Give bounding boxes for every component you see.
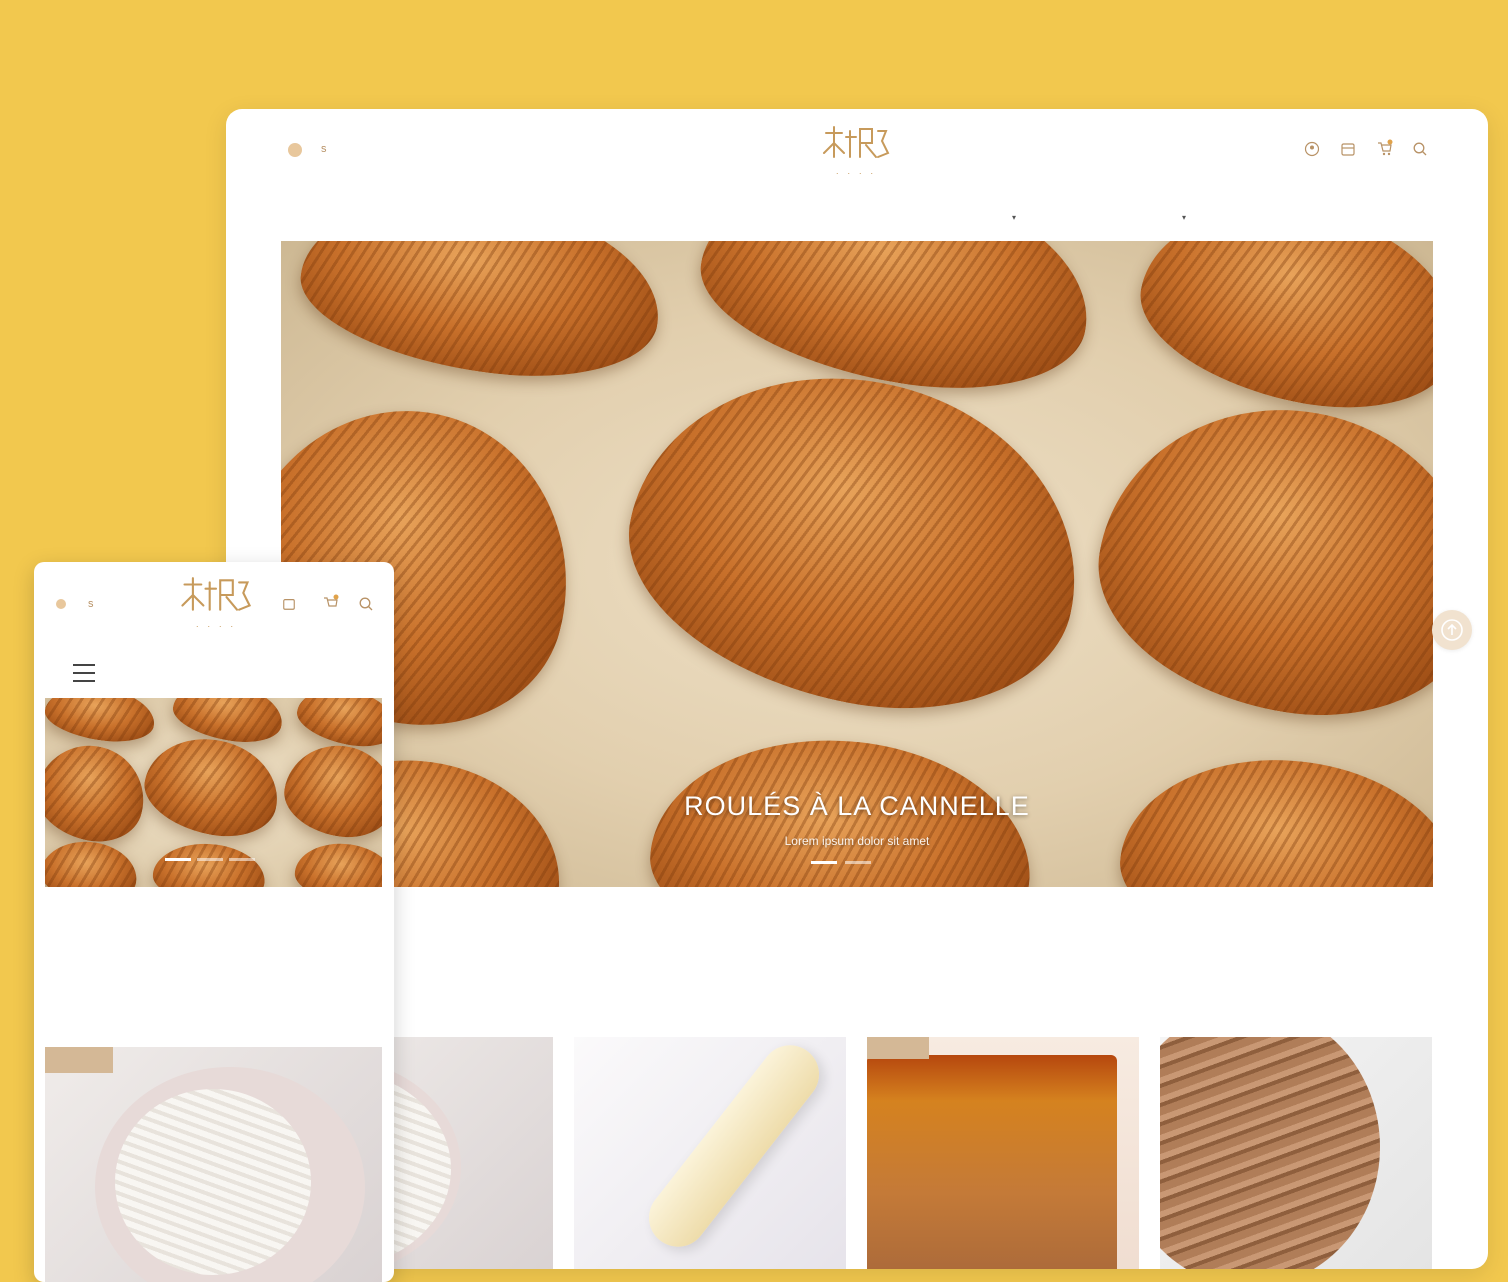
account-dot-icon[interactable] (56, 599, 66, 609)
main-navigation: ▾ ▾ (281, 205, 1431, 225)
croissant-image (136, 727, 288, 847)
croissant-image (151, 840, 267, 887)
search-icon[interactable] (1412, 141, 1428, 157)
menu-button[interactable] (58, 654, 110, 692)
carousel-dot[interactable] (811, 861, 837, 864)
creme-brulee-bar-image (867, 1055, 1117, 1269)
logo-mark-icon (181, 577, 252, 611)
language-selector[interactable]: s (321, 143, 327, 155)
croissant-image (45, 837, 140, 887)
product-card[interactable] (45, 1047, 382, 1282)
menu-line (73, 672, 95, 674)
carousel-dot[interactable] (165, 858, 191, 861)
cart-icon[interactable] (1376, 139, 1394, 157)
croissant-image (290, 241, 672, 396)
logo-subtitle: · · · · (195, 621, 237, 631)
search-icon[interactable] (358, 596, 374, 612)
desktop-preview: s · · · · ▾ ▾ ROULÉS À LA CANNELLE Lorem… (226, 109, 1488, 1269)
account-icon[interactable] (282, 597, 296, 611)
mobile-preview: s · · · · (34, 562, 394, 1282)
menu-line (73, 680, 95, 682)
hero-banner[interactable]: ROULÉS À LA CANNELLE Lorem ipsum dolor s… (281, 241, 1433, 887)
croissant-image (1077, 380, 1433, 742)
cart-icon[interactable] (322, 594, 340, 612)
carousel-dot[interactable] (229, 858, 255, 861)
logo-mark-icon (823, 126, 890, 158)
arrow-up-icon (1441, 619, 1463, 641)
white-eclair-image (637, 1037, 831, 1259)
croissant-image (45, 698, 159, 748)
nav-item-6[interactable]: ▾ (1176, 208, 1186, 223)
account-dot-icon[interactable] (288, 143, 302, 157)
account-icon[interactable] (1304, 141, 1320, 157)
carousel-indicators (811, 861, 871, 864)
carousel-dot[interactable] (197, 858, 223, 861)
language-selector[interactable]: s (88, 598, 94, 610)
pastry-puff-image (1160, 1037, 1380, 1269)
croissant-image (45, 734, 155, 852)
hero-banner[interactable] (45, 698, 382, 887)
site-logo[interactable]: · · · · (174, 574, 258, 631)
croissant-image (602, 337, 1110, 745)
product-card[interactable] (574, 1037, 846, 1269)
carousel-dot[interactable] (845, 861, 871, 864)
product-card[interactable] (867, 1037, 1139, 1269)
croissant-image (278, 737, 382, 845)
product-badge (45, 1047, 113, 1073)
carousel-indicators (165, 858, 255, 861)
scroll-top-button[interactable] (1432, 610, 1472, 650)
hero-subtitle: Lorem ipsum dolor sit amet (784, 834, 930, 848)
nav-item-5[interactable]: ▾ (1006, 208, 1016, 223)
logo-subtitle: · · · · (835, 168, 877, 178)
product-badge (867, 1037, 929, 1059)
calendar-icon[interactable] (1340, 141, 1356, 157)
caret-down-icon: ▾ (1181, 212, 1186, 222)
caret-down-icon: ▾ (1011, 212, 1016, 222)
croissant-image (292, 838, 382, 887)
site-logo[interactable]: · · · · (818, 123, 894, 178)
hero-title: ROULÉS À LA CANNELLE (684, 791, 1030, 821)
cream-cake-image (115, 1089, 311, 1275)
menu-line (73, 664, 95, 666)
product-card[interactable] (1160, 1037, 1432, 1269)
croissant-image (1124, 241, 1433, 433)
